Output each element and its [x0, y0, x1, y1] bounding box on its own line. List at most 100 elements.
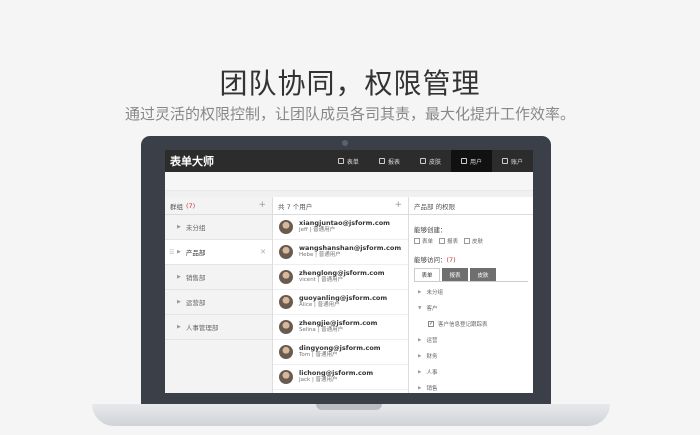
- nav-label: 表单: [346, 158, 359, 166]
- tree-item[interactable]: ▶ 未分组: [414, 284, 528, 300]
- tab-themes[interactable]: 皮肤: [470, 268, 496, 281]
- nav-label: 账户: [510, 158, 523, 166]
- tree-item[interactable]: ▶ 运营: [414, 332, 528, 348]
- group-label: 人事管理部: [185, 324, 219, 332]
- group-label: 产品部: [185, 249, 206, 257]
- user-role: Jack | 普通用户: [299, 377, 338, 383]
- groups-count: (7): [186, 201, 196, 210]
- nav-item-form[interactable]: 表单: [328, 150, 369, 172]
- hero-subtitle: 通过灵活的权限控制，让团队成员各司其责，最大化提升工作效率。: [124, 105, 575, 123]
- user-row[interactable]: zhengjie@jsform.com Selina | 普通用户: [273, 315, 408, 340]
- add-user-icon[interactable]: +: [394, 200, 402, 210]
- tree-label: 销售: [426, 386, 438, 392]
- groups-title: 群组: [170, 202, 183, 211]
- user-role: vicent | 普通用户: [299, 277, 344, 283]
- access-tabs: 表单 报表 皮肤: [409, 264, 533, 281]
- permissions-panel: 产品部 的权限 能够创建： 表单 报表 皮肤 能够访问：(7) 表单 报表 皮肤…: [409, 197, 533, 393]
- group-item-ops[interactable]: ▶ 运营部: [165, 290, 272, 315]
- tree-label: 客户: [426, 306, 438, 312]
- nav-label: 用户: [469, 158, 482, 166]
- form-icon: [337, 158, 344, 164]
- drag-handle-icon[interactable]: ☰: [169, 249, 174, 256]
- group-item-ungrouped[interactable]: ▶ 未分组: [165, 215, 272, 240]
- tree-label: 财务: [426, 354, 438, 360]
- checkbox-label: 表单: [422, 239, 434, 245]
- app-screen: 表单大师 表单 报表 皮肤 用户 账户 群组 (7) + ▶ 未分组 ☰ ▶ 产品部 ✕…: [165, 150, 533, 393]
- create-report-checkbox[interactable]: 报表: [439, 237, 458, 245]
- checkbox-label: 皮肤: [472, 239, 484, 245]
- nav-item-theme[interactable]: 皮肤: [410, 150, 451, 172]
- group-item-product[interactable]: ☰ ▶ 产品部 ✕: [165, 240, 272, 265]
- close-icon[interactable]: ✕: [260, 248, 266, 256]
- tree-label: 未分组: [426, 290, 443, 296]
- avatar: [279, 295, 293, 309]
- user-email: lichong@jsform.com: [299, 368, 374, 377]
- tree-label: 人事: [426, 370, 438, 376]
- users-header: 共 7 个用户 +: [273, 197, 408, 215]
- access-count: (7): [446, 256, 456, 264]
- chart-icon: [378, 158, 385, 164]
- access-tree: ▶ 未分组 ▼ 客户 ✓ 客户信息登记跟踪表 ▶ 运营 ▶ 财务 ▶ 人事 ▶ 销售: [414, 281, 528, 393]
- user-email: dingyong@jsform.com: [299, 343, 381, 352]
- checkbox-icon: [464, 238, 471, 244]
- create-form-checkbox[interactable]: 表单: [414, 237, 433, 245]
- tree-item[interactable]: ▶ 财务: [414, 348, 528, 364]
- checkbox-icon: [439, 238, 446, 244]
- laptop-notch: [316, 404, 382, 410]
- nav-item-users[interactable]: 用户: [450, 150, 492, 172]
- chevron-right-icon: ▶: [177, 274, 181, 280]
- users-panel: 共 7 个用户 + xiangjuntao@jsform.com Jeff | 普…: [273, 197, 409, 393]
- checkbox-checked-icon[interactable]: ✓: [428, 321, 434, 327]
- user-email: guoyanling@jsform.com: [299, 293, 388, 302]
- avatar: [279, 220, 293, 234]
- group-item-sales[interactable]: ▶ 销售部: [165, 265, 272, 290]
- tree-item[interactable]: ▶ 销售: [414, 380, 528, 393]
- create-permission-label: 能够创建：: [414, 226, 447, 234]
- chevron-right-icon: ▶: [418, 289, 422, 295]
- tab-forms[interactable]: 表单: [414, 268, 440, 281]
- user-row[interactable]: dingyong@jsform.com Tom | 普通用户: [273, 340, 408, 365]
- nav-item-report[interactable]: 报表: [369, 150, 410, 172]
- nav-label: 皮肤: [428, 158, 441, 166]
- account-icon: [501, 158, 508, 164]
- chevron-right-icon: ▶: [418, 369, 422, 375]
- add-group-icon[interactable]: +: [258, 200, 266, 210]
- nav-label: 报表: [387, 158, 400, 166]
- nav-item-account[interactable]: 账户: [492, 150, 533, 172]
- chevron-down-icon: ▼: [418, 305, 422, 311]
- chevron-right-icon: ▶: [177, 299, 181, 305]
- permissions-title: 产品部 的权限: [409, 197, 533, 215]
- app-logo[interactable]: 表单大师: [170, 153, 214, 169]
- chevron-right-icon: ▶: [177, 249, 181, 255]
- user-email: zhenglong@jsform.com: [299, 268, 385, 277]
- create-theme-checkbox[interactable]: 皮肤: [464, 237, 483, 245]
- tree-item[interactable]: ▼ 客户: [414, 300, 528, 316]
- user-role: Tom | 普通用户: [299, 352, 338, 358]
- main-nav: 表单 报表 皮肤 用户 账户: [328, 150, 533, 172]
- user-row[interactable]: zhenglong@jsform.com vicent | 普通用户: [273, 265, 408, 290]
- user-email: zhengjie@jsform.com: [299, 318, 378, 327]
- user-row[interactable]: xiangjuntao@jsform.com Jeff | 普通用户: [273, 215, 408, 240]
- user-row[interactable]: wangshanshan@jsform.com Hebe | 普通用户: [273, 240, 408, 265]
- avatar: [279, 320, 293, 334]
- user-row[interactable]: lichong@jsform.com Jack | 普通用户: [273, 365, 408, 390]
- user-role: Selina | 普通用户: [299, 327, 344, 333]
- avatar: [279, 270, 293, 284]
- hero-title: 团队协同，权限管理: [219, 67, 481, 100]
- user-role: Alice | 普通用户: [299, 302, 340, 308]
- checkbox-icon: [414, 238, 420, 244]
- chevron-right-icon: ▶: [418, 353, 422, 359]
- tree-item-form[interactable]: ✓ 客户信息登记跟踪表: [414, 316, 528, 332]
- user-email: xiangjuntao@jsform.com: [299, 218, 390, 227]
- chevron-right-icon: ▶: [177, 224, 181, 230]
- main-content: 群组 (7) + ▶ 未分组 ☰ ▶ 产品部 ✕ ▶ 销售部 ▶ 运营部 ▶ 人事管理部 共 …: [165, 172, 533, 393]
- avatar: [279, 245, 293, 259]
- user-row[interactable]: guoyanling@jsform.com Alice | 普通用户: [273, 290, 408, 315]
- palette-icon: [419, 158, 426, 164]
- tab-reports[interactable]: 报表: [442, 268, 468, 281]
- user-role: Hebe | 普通用户: [299, 252, 341, 258]
- tree-item[interactable]: ▶ 人事: [414, 364, 528, 380]
- user-email: wangshanshan@jsform.com: [299, 243, 402, 252]
- app-topbar: 表单大师 表单 报表 皮肤 用户 账户: [165, 150, 533, 172]
- group-item-hr[interactable]: ▶ 人事管理部: [165, 315, 272, 340]
